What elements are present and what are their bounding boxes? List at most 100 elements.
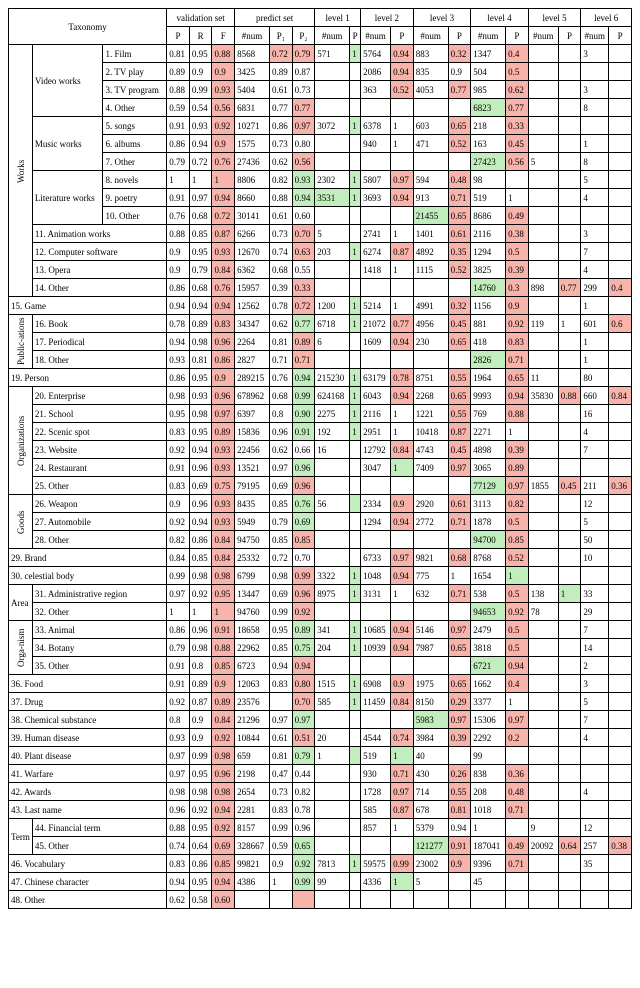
data-cell: 0.78 xyxy=(292,801,315,819)
data-cell: 0.74 xyxy=(391,729,414,747)
data-cell xyxy=(528,459,558,477)
data-cell xyxy=(350,495,361,513)
data-cell: 4 xyxy=(581,189,609,207)
data-cell xyxy=(609,783,632,801)
data-cell: 0.87 xyxy=(448,423,471,441)
data-cell: 0.94 xyxy=(292,369,315,387)
data-cell xyxy=(391,603,414,621)
data-cell xyxy=(350,459,361,477)
data-cell: 14 xyxy=(581,639,609,657)
data-cell: 215230 xyxy=(315,369,350,387)
data-cell: 0.94 xyxy=(391,63,414,81)
data-cell: 0.99 xyxy=(269,819,292,837)
data-cell: 0.65 xyxy=(448,387,471,405)
data-cell: 0.8 xyxy=(189,657,212,675)
data-cell xyxy=(315,477,350,495)
data-cell: 0.71 xyxy=(506,351,529,369)
data-cell: 0.84 xyxy=(212,711,235,729)
data-cell xyxy=(609,819,632,837)
table-row: 43. Last name0.960.920.9422810.830.78585… xyxy=(9,801,632,819)
group-label: Orga-nism xyxy=(9,621,33,675)
data-cell: 0.95 xyxy=(269,621,292,639)
level6-header: level 6 xyxy=(581,9,632,27)
data-cell: 1964 xyxy=(471,369,506,387)
data-cell: 0.81 xyxy=(269,747,292,765)
data-cell: 940 xyxy=(361,135,391,153)
data-cell xyxy=(350,729,361,747)
data-cell: 0.87 xyxy=(292,63,315,81)
data-cell: 0.47 xyxy=(269,765,292,783)
data-cell: 0.62 xyxy=(506,81,529,99)
data-cell: 0.97 xyxy=(167,585,190,603)
row-name: 4. Other xyxy=(103,99,167,117)
data-cell: 2281 xyxy=(235,801,270,819)
col-P: P xyxy=(506,27,529,45)
row-name: 29. Brand xyxy=(9,549,167,567)
data-cell: 6721 xyxy=(471,657,506,675)
data-cell: 0.94 xyxy=(506,387,529,405)
data-cell: 3531 xyxy=(315,189,350,207)
data-cell: 0.36 xyxy=(506,765,529,783)
data-cell: 0.49 xyxy=(506,207,529,225)
data-cell xyxy=(558,351,581,369)
data-cell: 0.71 xyxy=(448,513,471,531)
data-cell: 2951 xyxy=(361,423,391,441)
data-cell: 22962 xyxy=(235,639,270,657)
data-cell: 0.61 xyxy=(269,729,292,747)
data-cell: 5379 xyxy=(413,819,448,837)
col-P1: P₁ xyxy=(269,27,292,45)
data-cell: 0.5 xyxy=(506,513,529,531)
data-cell: 187041 xyxy=(471,837,506,855)
row-name: 45. Other xyxy=(32,837,166,855)
data-cell: 0.76 xyxy=(212,279,235,297)
data-cell: 6718 xyxy=(315,315,350,333)
data-cell xyxy=(350,711,361,729)
data-cell: 0.95 xyxy=(189,45,212,63)
data-cell: 0.49 xyxy=(506,837,529,855)
data-cell: 0.89 xyxy=(292,621,315,639)
data-cell: 678 xyxy=(413,801,448,819)
data-cell xyxy=(609,855,632,873)
table-row: 24. Restaurant0.910.960.93135210.970.963… xyxy=(9,459,632,477)
data-cell: 0.65 xyxy=(448,675,471,693)
data-cell: 2654 xyxy=(235,783,270,801)
table-row: 18. Other0.930.810.8628270.710.7128260.7… xyxy=(9,351,632,369)
data-cell: 0.73 xyxy=(269,135,292,153)
data-cell xyxy=(350,333,361,351)
data-cell: 6266 xyxy=(235,225,270,243)
data-cell xyxy=(350,441,361,459)
data-cell: 0.35 xyxy=(448,243,471,261)
row-name: 1. Film xyxy=(103,45,167,63)
data-cell: 0.86 xyxy=(167,135,190,153)
data-cell: 21296 xyxy=(235,711,270,729)
data-cell: 0.33 xyxy=(506,117,529,135)
data-cell: 1 xyxy=(558,315,581,333)
data-cell xyxy=(528,117,558,135)
table-row: Organizations20. Enterprise0.980.930.966… xyxy=(9,387,632,405)
data-cell xyxy=(361,207,391,225)
data-cell: 1 xyxy=(391,297,414,315)
data-cell: 1 xyxy=(506,189,529,207)
data-cell: 0.96 xyxy=(189,459,212,477)
data-cell xyxy=(448,153,471,171)
data-cell: 632 xyxy=(413,585,448,603)
data-cell: 1 xyxy=(350,621,361,639)
data-cell xyxy=(448,747,471,765)
data-cell: 8806 xyxy=(235,171,270,189)
data-cell: 20092 xyxy=(528,837,558,855)
data-cell: 6733 xyxy=(361,549,391,567)
data-cell: 1156 xyxy=(471,297,506,315)
data-cell xyxy=(506,171,529,189)
data-cell: 0.69 xyxy=(269,585,292,603)
data-cell: 0.9 xyxy=(391,495,414,513)
data-cell xyxy=(448,603,471,621)
data-cell: 2772 xyxy=(413,513,448,531)
data-cell: 1 xyxy=(558,585,581,603)
data-cell: 0.91 xyxy=(292,423,315,441)
data-cell: 471 xyxy=(413,135,448,153)
data-cell xyxy=(350,873,361,891)
data-cell xyxy=(528,621,558,639)
data-cell: 0.61 xyxy=(269,81,292,99)
data-cell xyxy=(581,891,609,909)
data-cell: 838 xyxy=(471,765,506,783)
